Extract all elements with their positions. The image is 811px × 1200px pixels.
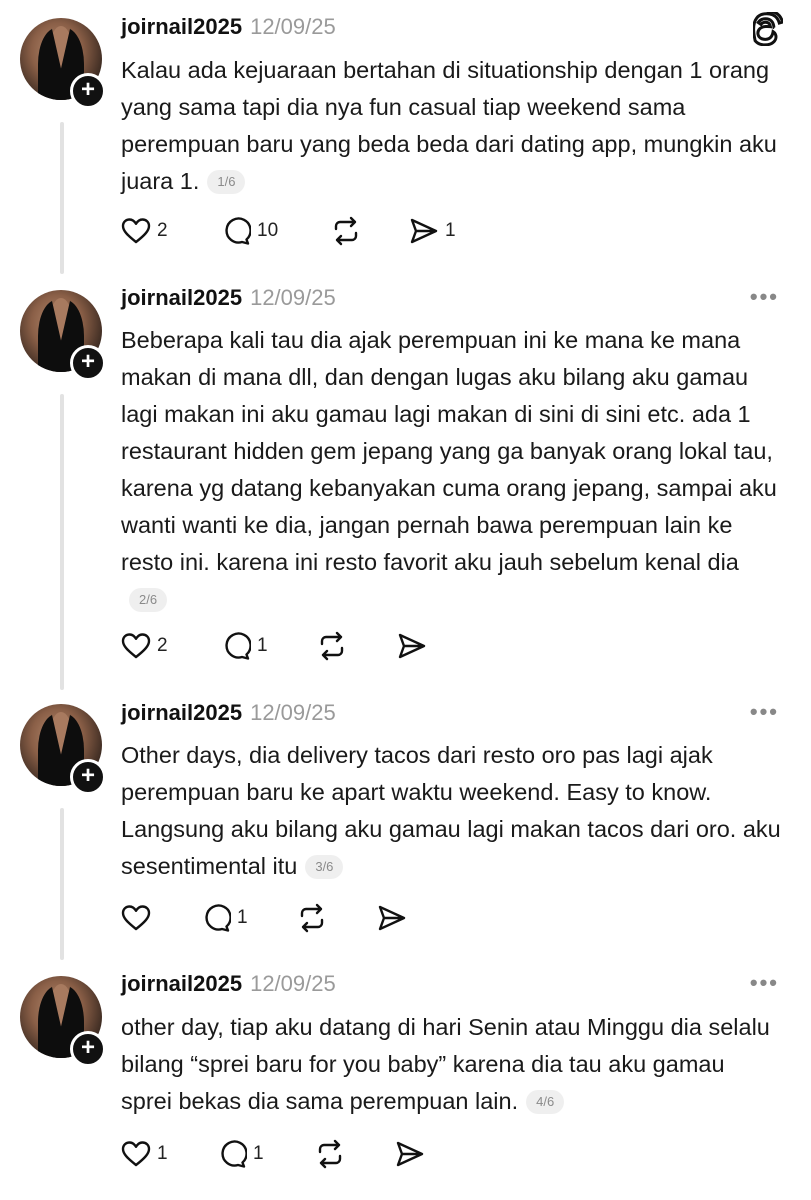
thread-connector-line (60, 394, 64, 690)
like-button[interactable]: 1 (121, 1136, 168, 1172)
repost-button[interactable] (331, 213, 361, 249)
send-icon (396, 1141, 424, 1167)
reply-count: 10 (257, 220, 279, 241)
post-date: 12/09/25 (250, 700, 336, 725)
share-button[interactable]: 1 (409, 213, 456, 249)
like-count: 2 (157, 635, 168, 656)
thread-connector-line (60, 122, 64, 274)
reply-button[interactable]: 1 (201, 900, 248, 936)
threads-logo-icon (753, 12, 783, 46)
share-button[interactable] (377, 900, 407, 936)
reply-count: 1 (237, 907, 248, 928)
repost-icon (334, 216, 358, 246)
more-options-icon[interactable]: ••• (750, 699, 779, 725)
reply-button[interactable]: 1 (217, 1136, 264, 1172)
username[interactable]: joirnail2025 (121, 700, 242, 726)
thread-pager-badge: 3/6 (305, 855, 344, 879)
comment-icon (205, 904, 231, 932)
comment-icon (225, 217, 251, 245)
heart-icon (121, 1141, 151, 1167)
heart-icon (121, 218, 151, 244)
comment-icon (225, 632, 251, 660)
username[interactable]: joirnail2025 (121, 285, 242, 311)
repost-button[interactable] (317, 628, 347, 664)
follow-plus-icon[interactable]: + (70, 759, 106, 795)
thread-connector-line (60, 808, 64, 960)
reply-button[interactable]: 1 (221, 628, 268, 664)
heart-icon (121, 633, 151, 659)
share-count: 1 (445, 220, 456, 241)
username[interactable]: joirnail2025 (121, 14, 242, 40)
thread-pager-badge: 2/6 (129, 588, 168, 612)
repost-icon (300, 903, 324, 933)
more-options-icon[interactable]: ••• (750, 284, 779, 310)
thread-pager-badge: 4/6 (526, 1090, 565, 1114)
post-date: 12/09/25 (250, 285, 336, 310)
share-button[interactable] (397, 628, 427, 664)
like-count: 2 (157, 220, 168, 241)
post-text: Beberapa kali tau dia ajak perempuan ini… (121, 322, 781, 618)
reply-count: 1 (253, 1143, 264, 1164)
like-button[interactable]: 2 (121, 628, 168, 664)
post-date: 12/09/25 (250, 971, 336, 996)
like-button[interactable]: 2 (121, 213, 168, 249)
post-date: 12/09/25 (250, 14, 336, 39)
repost-icon (320, 631, 344, 661)
more-options-icon[interactable]: ••• (750, 970, 779, 996)
post-text: Other days, dia delivery tacos dari rest… (121, 742, 781, 879)
comment-icon (221, 1140, 247, 1168)
thread-pager-badge: 1/6 (207, 170, 246, 194)
repost-button[interactable] (315, 1136, 345, 1172)
like-button[interactable] (121, 900, 151, 936)
repost-icon (318, 1139, 342, 1169)
heart-icon (121, 905, 151, 931)
like-count: 1 (157, 1143, 168, 1164)
reply-count: 1 (257, 635, 268, 656)
send-icon (410, 218, 438, 244)
follow-plus-icon[interactable]: + (70, 73, 106, 109)
post-text: Kalau ada kejuaraan bertahan di situatio… (121, 57, 777, 194)
username[interactable]: joirnail2025 (121, 971, 242, 997)
reply-button[interactable]: 10 (221, 213, 278, 249)
follow-plus-icon[interactable]: + (70, 345, 106, 381)
send-icon (378, 905, 406, 931)
follow-plus-icon[interactable]: + (70, 1031, 106, 1067)
send-icon (398, 633, 426, 659)
share-button[interactable] (395, 1136, 425, 1172)
repost-button[interactable] (297, 900, 327, 936)
post-text: other day, tiap aku datang di hari Senin… (121, 1014, 770, 1114)
